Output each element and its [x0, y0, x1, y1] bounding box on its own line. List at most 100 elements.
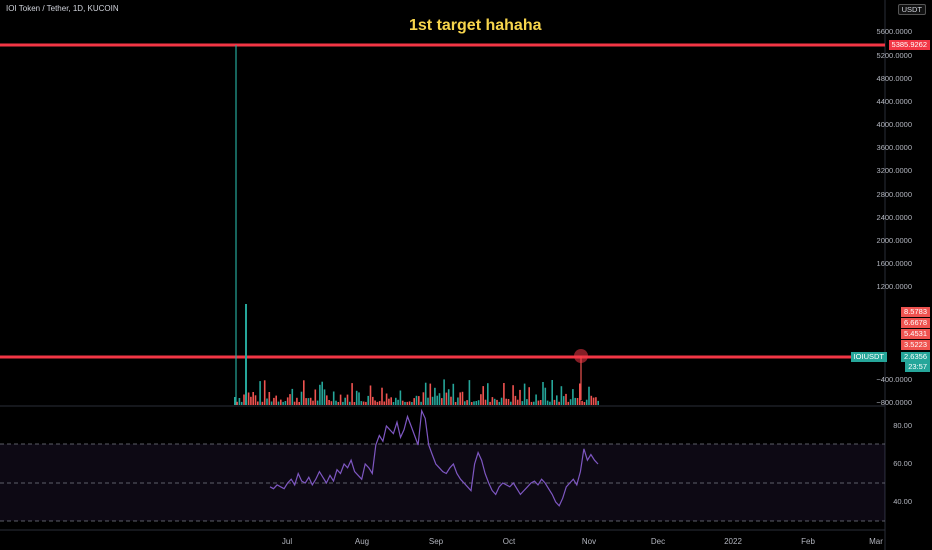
volume-bar — [470, 402, 473, 405]
volume-bar — [378, 401, 381, 405]
volume-bar — [298, 402, 300, 405]
volume-bar — [238, 398, 241, 405]
volume-bar — [562, 396, 565, 405]
volume-bar — [510, 401, 512, 405]
countdown-tag: 23:57 — [905, 362, 930, 372]
volume-bar — [549, 401, 551, 405]
currency-selector[interactable]: USDT — [897, 4, 926, 15]
volume-bar — [358, 392, 360, 405]
volume-bar — [321, 381, 323, 405]
volume-bar — [273, 397, 275, 405]
volume-bar — [592, 397, 595, 405]
volume-bar — [443, 379, 445, 405]
volume-bar — [263, 380, 266, 405]
volume-bar — [362, 401, 365, 405]
volume-bar — [415, 395, 418, 405]
volume-bar — [332, 391, 335, 405]
volume-bar — [316, 400, 319, 405]
volume-bar — [526, 399, 528, 405]
volume-bar — [533, 401, 535, 405]
volume-bar — [355, 390, 358, 405]
volume-bar — [326, 395, 328, 405]
price-tag-2: 6.6678 — [901, 318, 930, 328]
volume-bar — [436, 395, 438, 405]
volume-bar — [312, 400, 314, 405]
volume-bar — [365, 401, 367, 405]
volume-bar — [556, 395, 558, 405]
volume-bar — [349, 401, 351, 405]
time-axis-label: Jul — [281, 537, 293, 546]
volume-bar — [376, 401, 379, 405]
volume-bar — [369, 385, 372, 405]
volume-bar — [434, 387, 436, 405]
volume-bar — [551, 380, 553, 405]
volume-bar — [514, 395, 517, 405]
volume-bar — [427, 397, 429, 405]
volume-bar — [257, 401, 259, 405]
price-axis-label: −400.0000 — [876, 375, 912, 384]
volume-bar — [519, 389, 521, 405]
volume-bar — [388, 398, 390, 405]
volume-bar — [431, 396, 434, 405]
volume-bar — [335, 400, 337, 405]
volume-bar — [553, 399, 556, 405]
volume-bar — [418, 396, 420, 405]
rsi-axis-label: 80.00 — [893, 421, 912, 430]
volume-bar — [397, 399, 399, 405]
volume-bar — [507, 399, 510, 405]
volume-bar — [521, 401, 524, 405]
time-axis-label: Aug — [354, 537, 370, 546]
volume-bar — [395, 397, 397, 405]
volume-bar — [480, 394, 482, 405]
volume-bar — [383, 401, 386, 405]
volume-bar — [588, 386, 590, 405]
price-marker — [574, 349, 588, 363]
chart-canvas[interactable] — [0, 0, 932, 550]
price-axis-label: 4000.0000 — [876, 120, 912, 129]
volume-bar — [247, 392, 250, 405]
volume-bar — [572, 389, 574, 405]
volume-bar — [539, 400, 542, 405]
rsi-axis-label: 40.00 — [893, 497, 912, 506]
volume-bar — [454, 402, 457, 405]
time-axis-label: Feb — [801, 537, 815, 546]
price-axis-label: 1600.0000 — [876, 259, 912, 268]
price-axis-label: 4400.0000 — [876, 97, 912, 106]
volume-bar — [372, 396, 374, 405]
volume-bar — [351, 383, 353, 405]
volume-bar — [360, 401, 363, 405]
volume-bar — [328, 400, 330, 405]
price-tag-4: 3.5223 — [901, 340, 930, 350]
time-axis-label: Dec — [650, 537, 666, 546]
volume-bar — [422, 392, 425, 405]
volume-bar — [240, 401, 243, 405]
volume-bar — [337, 402, 340, 405]
volume-bar — [496, 399, 498, 405]
volume-bar — [438, 393, 441, 405]
volume-bar — [330, 401, 333, 405]
volume-bar — [254, 395, 257, 405]
volume-bar — [353, 402, 356, 405]
volume-bar — [459, 392, 461, 405]
volume-bar — [512, 385, 514, 405]
volume-bar — [581, 400, 583, 405]
volume-bar — [408, 401, 411, 405]
volume-bar — [558, 401, 560, 405]
volume-bar — [344, 397, 346, 405]
volume-bar — [487, 383, 489, 405]
volume-bar — [516, 399, 519, 405]
last-price-tag: 2.6356 — [901, 352, 930, 362]
volume-bar — [567, 401, 570, 405]
volume-bar — [374, 400, 376, 405]
volume-bar — [445, 392, 448, 405]
volume-bar — [314, 389, 317, 405]
price-axis-label: −800.0000 — [876, 398, 912, 407]
volume-bar — [275, 395, 277, 405]
volume-bar — [390, 397, 392, 405]
volume-bar — [530, 401, 533, 405]
volume-bar — [280, 399, 282, 405]
volume-bar — [579, 383, 581, 405]
volume-bar — [447, 389, 450, 405]
volume-bar — [468, 380, 471, 405]
volume-bar — [399, 390, 402, 405]
